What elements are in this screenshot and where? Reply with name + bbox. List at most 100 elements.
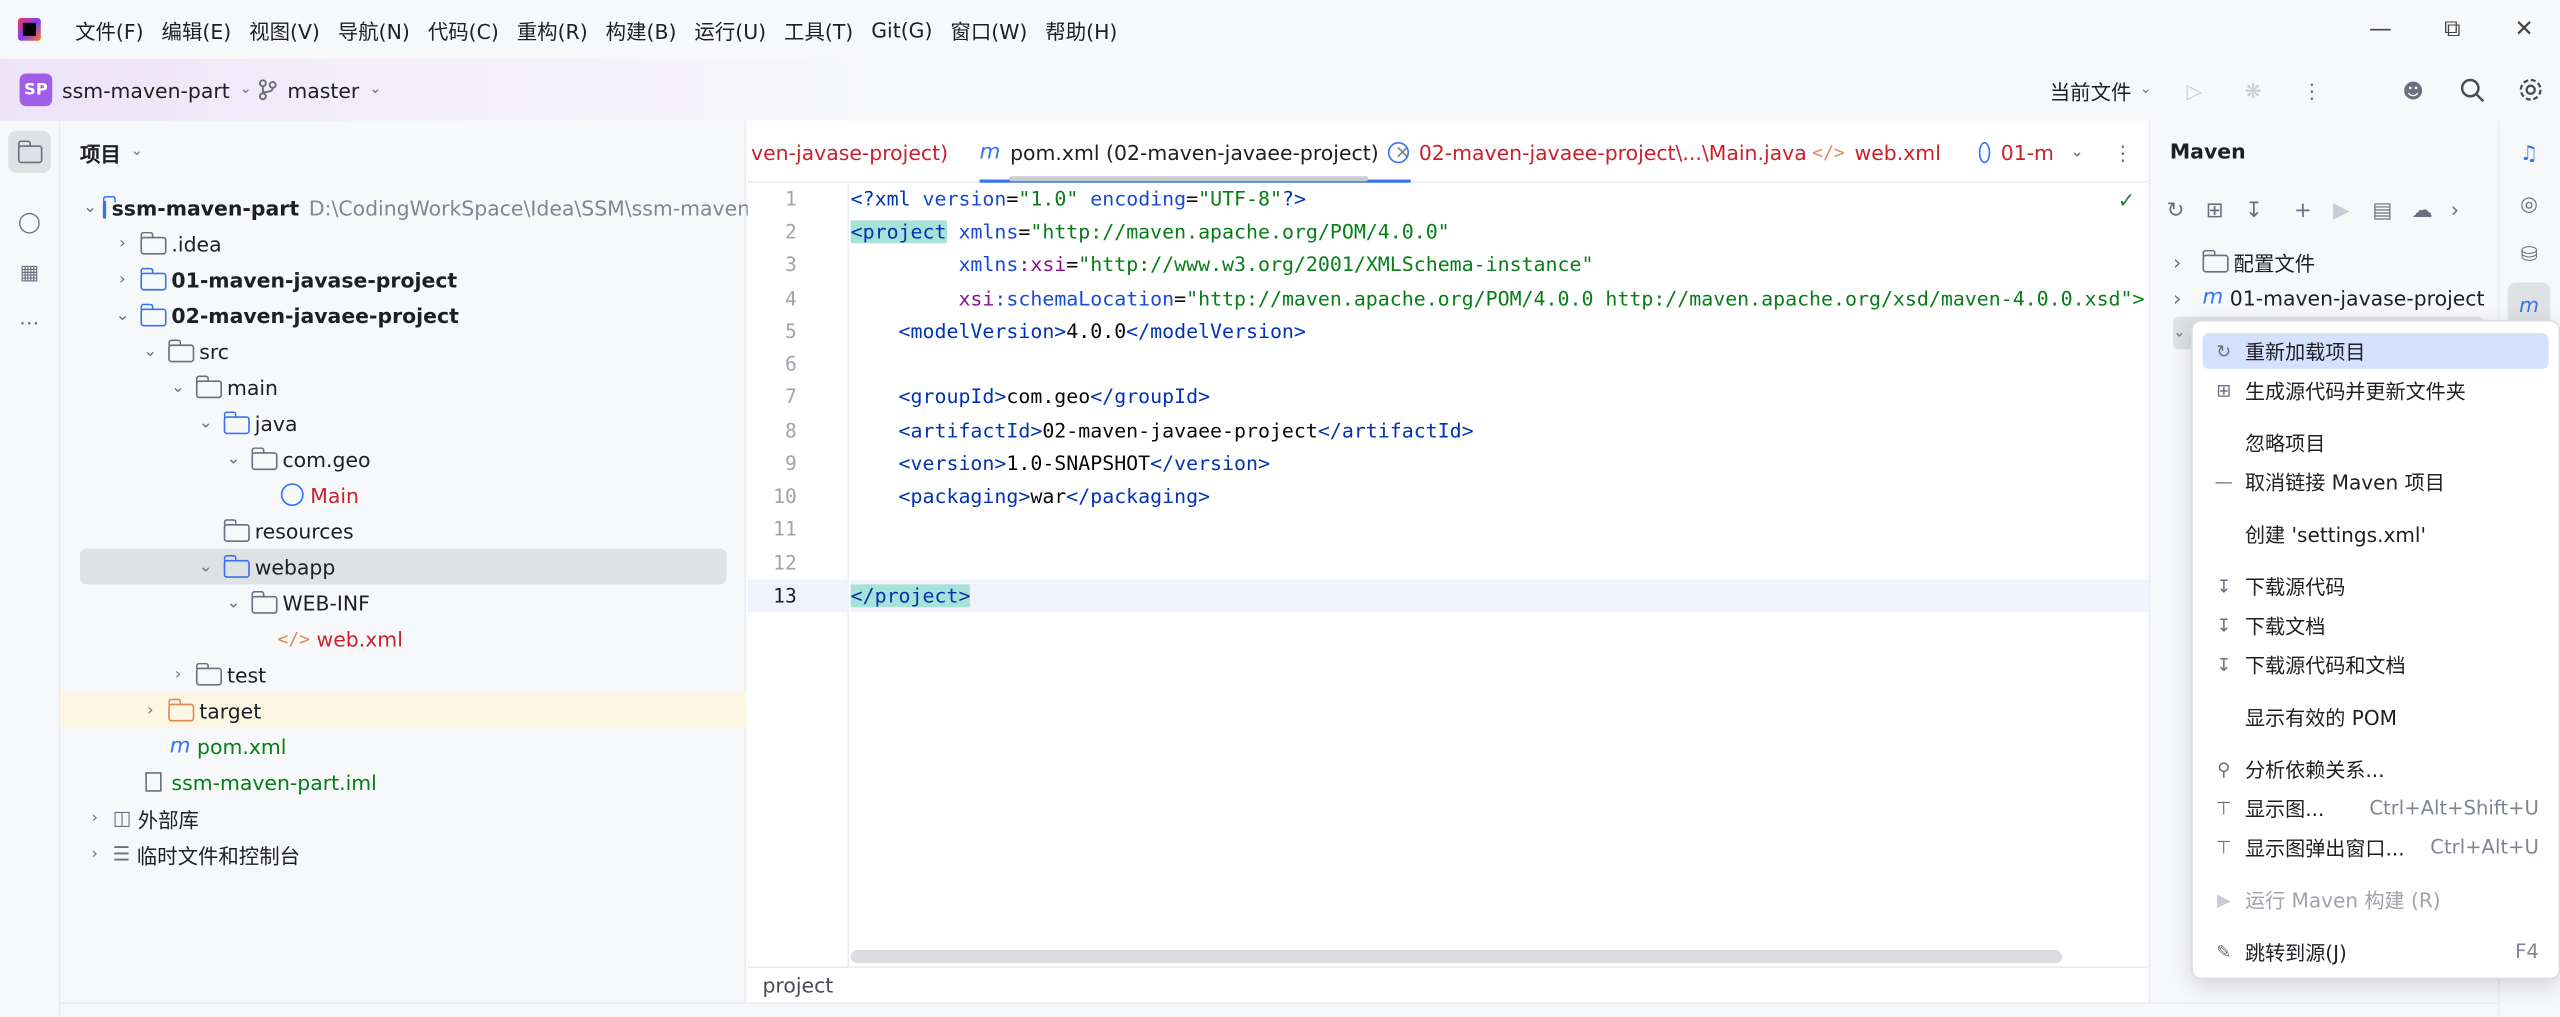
editor-breadcrumb: project <box>747 966 2149 1003</box>
more-actions-button[interactable]: ⋮ <box>2283 59 2342 121</box>
tree-row-web-inf[interactable]: ⌄ WEB-INF <box>60 584 746 620</box>
menu-file[interactable]: 文件(F) <box>75 14 143 45</box>
tree-row-main-class[interactable]: Main <box>60 477 746 513</box>
generate-sources-icon: ⊞ <box>2216 379 2232 401</box>
search-button[interactable] <box>2443 59 2502 121</box>
tab-web-xml[interactable]: </> web.xml <box>1812 121 1941 183</box>
download-icon[interactable]: ↧ <box>2245 198 2284 222</box>
run-config-selector[interactable]: 当前文件 ⌄ <box>2050 74 2152 105</box>
menu-item-jump-to-source[interactable]: ✎ 跳转到源(J) F4 <box>2203 934 2549 970</box>
code-line-7: <groupId>com.geo</groupId> <box>851 380 1211 413</box>
project-switcher[interactable]: SP ssm-maven-part ⌄ <box>19 73 252 107</box>
tabs-overflow-button[interactable]: ⌄ <box>2070 121 2084 183</box>
database-button[interactable]: ⛁ <box>2508 232 2550 274</box>
offline-icon[interactable]: ☁ <box>2411 198 2450 222</box>
project-panel-title: 项目 <box>80 141 121 166</box>
more-tools-button[interactable]: ⋯ <box>8 300 50 342</box>
menu-window[interactable]: 窗口(W) <box>950 14 1027 45</box>
menu-item-download-sources-docs[interactable]: ↧ 下载源代码和文档 <box>2203 646 2549 682</box>
code-editor[interactable]: <?xml version="1.0" encoding="UTF-8"?> <… <box>850 182 2149 967</box>
menu-run[interactable]: 运行(U) <box>694 14 766 45</box>
tabs-more-button[interactable]: ⋮ <box>2113 121 2133 183</box>
execute-goal-icon[interactable]: ▤ <box>2372 198 2411 222</box>
structure-tool-button[interactable]: ▦ <box>8 250 50 292</box>
tree-row-java[interactable]: ⌄ java <box>60 405 746 441</box>
tree-row-target[interactable]: › target <box>60 692 747 729</box>
menu-item-label: 下载源代码 <box>2244 576 2346 600</box>
tree-row-main[interactable]: ⌄ main <box>60 369 746 405</box>
project-panel-header[interactable]: 项目 ⌄ <box>80 137 143 166</box>
menu-edit[interactable]: 编辑(E) <box>162 14 232 45</box>
maven-tree-profiles[interactable]: › 配置文件 <box>2173 245 2315 278</box>
tree-row-root[interactable]: ⌄ ssm-maven-part D:\CodingWorkSpace\Idea… <box>60 189 799 225</box>
tab-javase-pom[interactable]: ven-javase-project) <box>751 121 948 183</box>
menu-item-show-diagram[interactable]: ⊤ 显示图... Ctrl+Alt+Shift+U <box>2203 790 2549 826</box>
tree-row-external-libs[interactable]: › ◫ 外部库 <box>60 800 746 836</box>
no-problems-check-icon[interactable]: ✓ <box>2118 189 2136 213</box>
menu-refactor[interactable]: 重构(R) <box>517 14 588 45</box>
settings-button[interactable] <box>2501 59 2560 121</box>
menu-item-download-sources[interactable]: ↧ 下载源代码 <box>2203 568 2549 604</box>
tree-row-package[interactable]: ⌄ com.geo <box>60 441 746 477</box>
minimize-button[interactable]: — <box>2345 0 2417 59</box>
menu-help[interactable]: 帮助(H) <box>1045 14 1117 45</box>
tree-row-idea[interactable]: › .idea <box>60 225 746 261</box>
menu-item-label: 下载源代码和文档 <box>2244 654 2406 678</box>
horizontal-scrollbar[interactable] <box>850 950 2063 964</box>
debug-button[interactable]: ❋ <box>2224 59 2283 121</box>
menu-item-download-docs[interactable]: ↧ 下载文档 <box>2203 607 2549 643</box>
menu-item-reload-project[interactable]: ↻ 重新加载项目 <box>2202 333 2549 369</box>
code-token: </artifactId> <box>1317 419 1474 443</box>
code-line-13: </project> <box>850 580 971 613</box>
maven-tree-module-01[interactable]: › m 01-maven-javase-project <box>2173 281 2484 314</box>
tree-row-webapp[interactable]: ⌄ webapp <box>80 548 727 585</box>
menu-build[interactable]: 构建(B) <box>606 14 677 45</box>
tree-label: 01-maven-javase-project <box>2229 284 2485 310</box>
tree-row-scratches[interactable]: › ☰ 临时文件和控制台 <box>60 836 746 872</box>
add-user-button[interactable]: ☻ <box>2384 59 2443 121</box>
menu-item-show-diagram-popup[interactable]: ⊤ 显示图弹出窗口... Ctrl+Alt+U <box>2203 829 2549 865</box>
tabs-scrollbar[interactable] <box>1009 176 1369 182</box>
restore-button[interactable]: ⧉ <box>2416 0 2488 59</box>
tab-javase-main[interactable]: 01-m <box>1978 121 2054 183</box>
menu-git[interactable]: Git(G) <box>871 17 932 41</box>
commit-tool-button[interactable]: ◯ <box>8 199 50 241</box>
notifications-button[interactable]: ♫ <box>2508 131 2550 173</box>
maven-tool-button[interactable]: m <box>2507 282 2551 325</box>
menu-item-ignore-project[interactable]: 忽略项目 <box>2203 424 2549 460</box>
run-icon[interactable]: ▶ <box>2333 198 2372 222</box>
tree-row-iml[interactable]: ssm-maven-part.iml <box>60 764 746 800</box>
menu-navigate[interactable]: 导航(N) <box>338 14 410 45</box>
menu-view[interactable]: 视图(V) <box>249 14 320 45</box>
reload-icon[interactable]: ↻ <box>2167 198 2206 222</box>
run-button[interactable]: ▷ <box>2165 59 2224 121</box>
menu-item-create-settings[interactable]: 创建 'settings.xml' <box>2203 516 2549 552</box>
tree-row-web-xml[interactable]: </> web.xml <box>60 620 746 656</box>
menu-code[interactable]: 代码(C) <box>428 14 499 45</box>
branch-switcher[interactable]: master ⌄ <box>258 73 381 106</box>
chevron-right-icon[interactable]: › <box>2451 198 2474 222</box>
menu-item-analyze-deps[interactable]: ⚲ 分析依赖关系... <box>2203 751 2549 787</box>
menu-item-generate-sources[interactable]: ⊞ 生成源代码并更新文件夹 <box>2203 372 2549 408</box>
tree-row-src[interactable]: ⌄ src <box>60 333 746 369</box>
tree-row-pom[interactable]: m pom.xml <box>60 728 746 764</box>
tab-main-java[interactable]: 02-maven-javaee-project\...\Main.java <box>1387 121 1807 183</box>
tree-row-module-02[interactable]: ⌄ 02-maven-javaee-project <box>60 297 746 333</box>
menu-item-effective-pom[interactable]: 显示有效的 POM <box>2203 699 2549 735</box>
ai-assistant-button[interactable]: ◎ <box>2508 181 2550 223</box>
tree-row-resources[interactable]: resources <box>60 513 746 549</box>
tree-row-module-01[interactable]: › 01-maven-javase-project <box>60 261 746 297</box>
menu-item-label: 显示图弹出窗口... <box>2244 837 2405 861</box>
project-tool-button[interactable] <box>8 130 51 174</box>
close-window-button[interactable]: ✕ <box>2488 0 2560 59</box>
menu-item-run-maven-build[interactable]: ▶ 运行 Maven 构建 (R) <box>2203 881 2549 917</box>
tree-row-test[interactable]: › test <box>60 656 746 692</box>
tree-path: D:\CodingWorkSpace\Idea\SSM\ssm-maven-pa… <box>308 195 800 220</box>
breadcrumb-item[interactable]: project <box>762 973 833 997</box>
menu-tools[interactable]: 工具(T) <box>784 14 853 45</box>
generate-sources-icon[interactable]: ⊞ <box>2206 198 2245 222</box>
add-icon[interactable]: + <box>2284 198 2333 222</box>
main-menu: 文件(F) 编辑(E) 视图(V) 导航(N) 代码(C) 重构(R) 构建(B… <box>75 14 1135 45</box>
menu-item-unlink-project[interactable]: — 取消链接 Maven 项目 <box>2203 464 2549 500</box>
tab-pom-active[interactable]: m pom.xml (02-maven-javaee-project) ✕ <box>979 121 1411 183</box>
